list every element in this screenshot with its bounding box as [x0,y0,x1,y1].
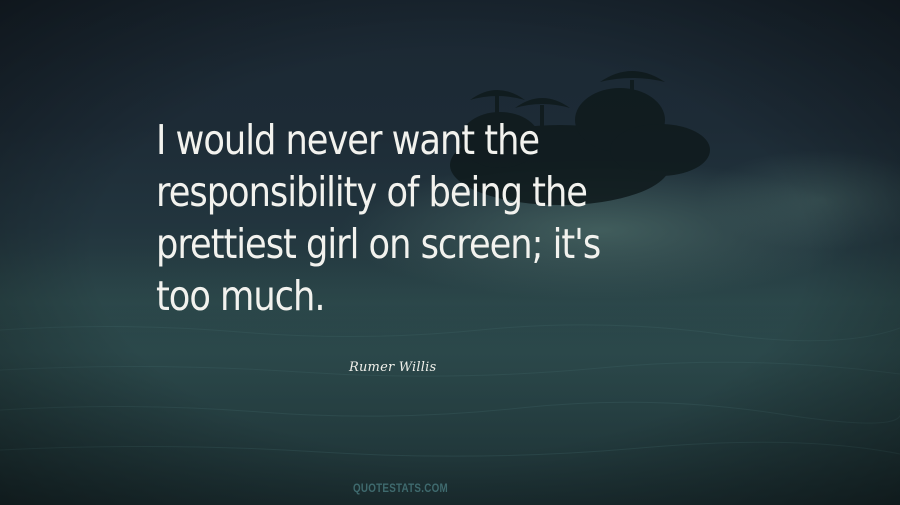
quote-card: I would never want the responsibility of… [0,0,900,505]
quote-author: Rumer Willis [349,360,437,375]
quote-line: prettiest girl on screen; it's [156,220,601,268]
quote-line: too much. [156,272,326,320]
quote-line: I would never want the [156,116,540,164]
site-watermark: QUOTESTATS.COM [353,481,448,495]
quote-text: I would never want the responsibility of… [156,114,706,322]
quote-line: responsibility of being the [156,168,588,216]
